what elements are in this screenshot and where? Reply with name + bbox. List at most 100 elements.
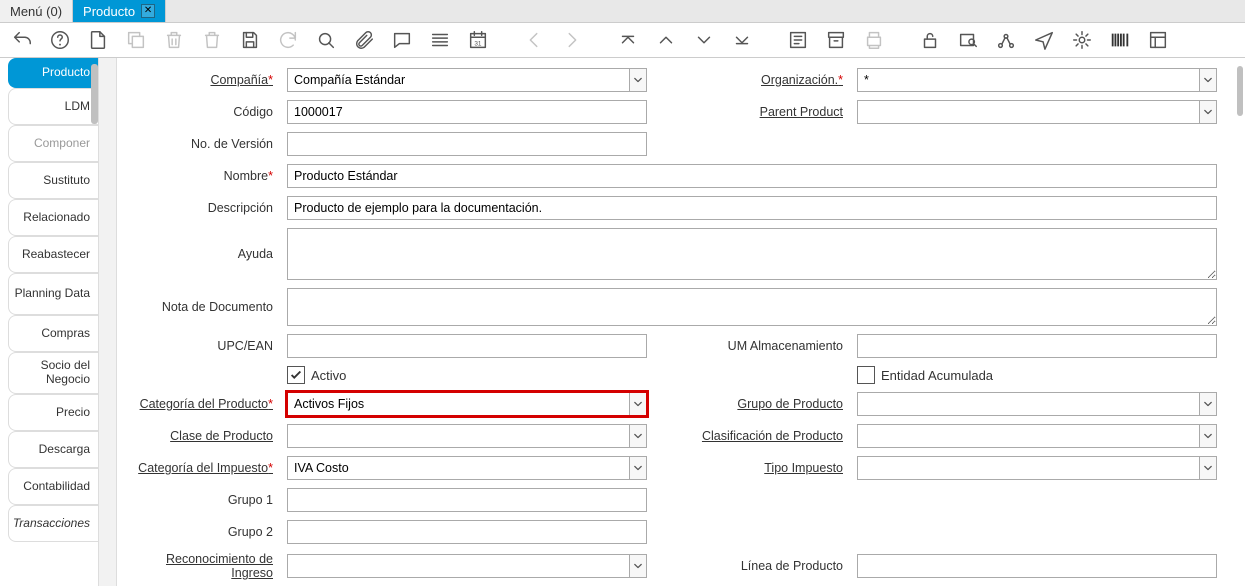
activo-checkbox[interactable] [287,366,305,384]
gear-icon[interactable] [1068,26,1096,54]
sidebar: Producto LDM Componer Sustituto Relacion… [0,58,99,586]
nombre-input[interactable] [287,164,1217,188]
sidebar-item-compras[interactable]: Compras [8,315,98,352]
grupo-prod-input[interactable] [857,392,1199,416]
upc-input[interactable] [287,334,647,358]
chevron-down-icon[interactable] [1199,100,1217,124]
grupo-prod-combo[interactable] [857,392,1217,416]
calendar-icon[interactable]: 31 [464,26,492,54]
ent-acum-checkbox[interactable] [857,366,875,384]
cat-imp-combo[interactable] [287,456,647,480]
up-icon[interactable] [652,26,680,54]
chevron-down-icon[interactable] [1199,68,1217,92]
chevron-down-icon[interactable] [629,392,647,416]
sidebar-item-reabastecer[interactable]: Reabastecer [8,236,98,273]
grupo1-input[interactable] [287,488,647,512]
chevron-down-icon[interactable] [629,68,647,92]
trash-icon[interactable] [198,26,226,54]
save-icon[interactable] [236,26,264,54]
undo-icon[interactable] [8,26,36,54]
tipo-imp-input[interactable] [857,456,1199,480]
ayuda-textarea[interactable] [287,228,1217,280]
cat-imp-input[interactable] [287,456,629,480]
new-icon[interactable] [84,26,112,54]
chevron-down-icon[interactable] [1199,456,1217,480]
parent-product-input[interactable] [857,100,1199,124]
no-version-input[interactable] [287,132,647,156]
recon-ingreso-combo[interactable] [287,554,647,578]
archive-icon[interactable] [822,26,850,54]
clase-prod-input[interactable] [287,424,629,448]
label-clase-prod: Clase de Producto [127,429,277,443]
search-icon[interactable] [312,26,340,54]
prev-icon[interactable] [520,26,548,54]
tab-producto[interactable]: Producto ✕ [73,0,166,22]
print-icon[interactable] [860,26,888,54]
label-ayuda: Ayuda [127,247,277,261]
sidebar-item-ldm[interactable]: LDM [8,88,98,125]
report-icon[interactable] [784,26,812,54]
sidebar-item-producto[interactable]: Producto [8,58,98,88]
toolbar: 31 [0,23,1245,58]
organizacion-input[interactable] [857,68,1199,92]
form-content: Compañía* Organización.* Código Parent P… [117,58,1245,586]
copy-icon[interactable] [122,26,150,54]
parent-product-combo[interactable] [857,100,1217,124]
tipo-imp-combo[interactable] [857,456,1217,480]
sidebar-item-planning[interactable]: Planning Data [8,273,98,315]
sidebar-item-relacionado[interactable]: Relacionado [8,199,98,236]
sidebar-item-componer[interactable]: Componer [8,125,98,162]
tab-menu-label: Menú (0) [10,4,62,19]
down-icon[interactable] [690,26,718,54]
chevron-down-icon[interactable] [629,554,647,578]
close-icon[interactable]: ✕ [141,4,155,18]
sidebar-item-descarga[interactable]: Descarga [8,431,98,468]
form-icon[interactable] [1144,26,1172,54]
delete-icon[interactable] [160,26,188,54]
grupo2-input[interactable] [287,520,647,544]
sidebar-item-contabilidad[interactable]: Contabilidad [8,468,98,505]
label-tipo-imp: Tipo Impuesto [657,461,847,475]
send-icon[interactable] [1030,26,1058,54]
cat-prod-combo[interactable] [287,392,647,416]
first-icon[interactable] [614,26,642,54]
label-grupo1: Grupo 1 [127,493,277,507]
refresh-icon[interactable] [274,26,302,54]
next-icon[interactable] [558,26,586,54]
codigo-input[interactable] [287,100,647,124]
um-alm-input[interactable] [857,334,1217,358]
sidebar-scrollbar[interactable] [91,64,98,124]
help-icon[interactable] [46,26,74,54]
sidebar-item-socio[interactable]: Socio del Negocio [8,352,98,394]
zoom-icon[interactable] [954,26,982,54]
list-icon[interactable] [426,26,454,54]
last-icon[interactable] [728,26,756,54]
barcode-icon[interactable] [1106,26,1134,54]
sidebar-item-precio[interactable]: Precio [8,394,98,431]
nota-doc-textarea[interactable] [287,288,1217,326]
attachment-icon[interactable] [350,26,378,54]
compania-input[interactable] [287,68,629,92]
recon-ingreso-input[interactable] [287,554,629,578]
cat-prod-input[interactable] [287,392,629,416]
content-scrollbar[interactable] [1237,66,1243,116]
clasif-prod-input[interactable] [857,424,1199,448]
descripcion-input[interactable] [287,196,1217,220]
chat-icon[interactable] [388,26,416,54]
sidebar-item-sustituto[interactable]: Sustituto [8,162,98,199]
label-cat-imp: Categoría del Impuesto* [127,461,277,475]
compania-combo[interactable] [287,68,647,92]
label-grupo-prod: Grupo de Producto [657,397,847,411]
workflow-icon[interactable] [992,26,1020,54]
sidebar-item-transacciones[interactable]: Transacciones [8,505,98,542]
chevron-down-icon[interactable] [629,424,647,448]
linea-prod-input[interactable] [857,554,1217,578]
clasif-prod-combo[interactable] [857,424,1217,448]
chevron-down-icon[interactable] [1199,424,1217,448]
tab-menu[interactable]: Menú (0) [0,0,73,22]
organizacion-combo[interactable] [857,68,1217,92]
chevron-down-icon[interactable] [1199,392,1217,416]
lock-icon[interactable] [916,26,944,54]
chevron-down-icon[interactable] [629,456,647,480]
clase-prod-combo[interactable] [287,424,647,448]
